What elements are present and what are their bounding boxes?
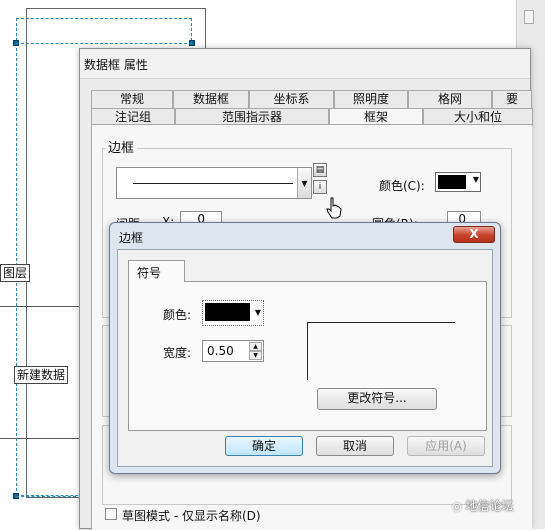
- tab-symbol[interactable]: 符号: [128, 260, 185, 282]
- layer-label: 图层: [0, 264, 31, 282]
- scroll-thumb[interactable]: [524, 10, 534, 24]
- hand-cursor-icon: [326, 197, 342, 219]
- border-dialog: 边框 X 颜色: ▼ 宽度: 0.50 ▲ ▼ 更改符号... 符号 确定 取消…: [109, 222, 501, 474]
- ok-button[interactable]: 确定: [225, 436, 303, 456]
- chevron-down-icon: ▼: [472, 175, 479, 184]
- tab-data-frame[interactable]: 数据框: [173, 90, 249, 108]
- width-value: 0.50: [207, 344, 234, 358]
- new-data-frame-button[interactable]: 新建数据: [14, 366, 69, 384]
- color-swatch: [438, 175, 466, 189]
- spin-up-icon[interactable]: ▲: [249, 342, 262, 351]
- symbol-tab-panel: 颜色: ▼ 宽度: 0.50 ▲ ▼ 更改符号...: [128, 281, 487, 431]
- chevron-down-icon[interactable]: ▼: [297, 168, 311, 198]
- wechat-icon: ◎: [452, 500, 462, 513]
- selection-edge: [16, 43, 192, 44]
- watermark-text: 地信论坛: [465, 499, 514, 513]
- symbol-selector-icon[interactable]: ▤: [313, 163, 327, 177]
- tab-illumination[interactable]: 照明度: [334, 90, 408, 108]
- border-style-preview: [133, 183, 293, 184]
- symbol-color-picker[interactable]: ▼: [202, 300, 264, 326]
- tab-row-1: 常规 数据框 坐标系 照明度 格网 要: [91, 90, 532, 108]
- border-dialog-body: 颜色: ▼ 宽度: 0.50 ▲ ▼ 更改符号... 符号 确定 取消 应用(A…: [117, 249, 493, 467]
- tab-features[interactable]: 要: [492, 90, 532, 108]
- dialog-title: 数据框 属性: [80, 49, 530, 79]
- border-style-combo[interactable]: ▼: [116, 167, 312, 199]
- symbol-preview: [307, 322, 455, 380]
- border-color-picker[interactable]: ▼: [435, 172, 481, 192]
- border-color-label: 颜色(C):: [379, 179, 425, 193]
- tab-coordinate-system[interactable]: 坐标系: [249, 90, 334, 108]
- tab-general[interactable]: 常规: [91, 90, 173, 108]
- border-dialog-title: 边框: [119, 231, 144, 245]
- divider: [0, 306, 80, 307]
- preview-line-top: [307, 322, 455, 323]
- border-group-label: 边框: [105, 137, 138, 156]
- spin-down-icon[interactable]: ▼: [249, 351, 262, 360]
- draft-mode-checkbox[interactable]: [105, 508, 117, 520]
- draft-mode-label: 草图模式 - 仅显示名称(D): [122, 509, 261, 523]
- preview-line-left: [307, 322, 308, 380]
- watermark: ◎ 地信论坛: [452, 497, 513, 514]
- properties-icon[interactable]: ⅰ: [313, 180, 327, 194]
- close-button[interactable]: X: [453, 226, 495, 243]
- selection-edge: [16, 496, 76, 497]
- apply-button[interactable]: 应用(A): [407, 436, 485, 456]
- cancel-button[interactable]: 取消: [316, 436, 394, 456]
- color-swatch: [205, 303, 250, 321]
- width-input[interactable]: 0.50 ▲ ▼: [202, 340, 264, 362]
- color-label: 颜色:: [163, 308, 192, 322]
- width-label: 宽度:: [163, 346, 192, 360]
- change-symbol-button[interactable]: 更改符号...: [317, 388, 437, 410]
- tab-grid[interactable]: 格网: [408, 90, 492, 108]
- divider: [0, 438, 80, 439]
- chevron-down-icon: ▼: [254, 308, 261, 317]
